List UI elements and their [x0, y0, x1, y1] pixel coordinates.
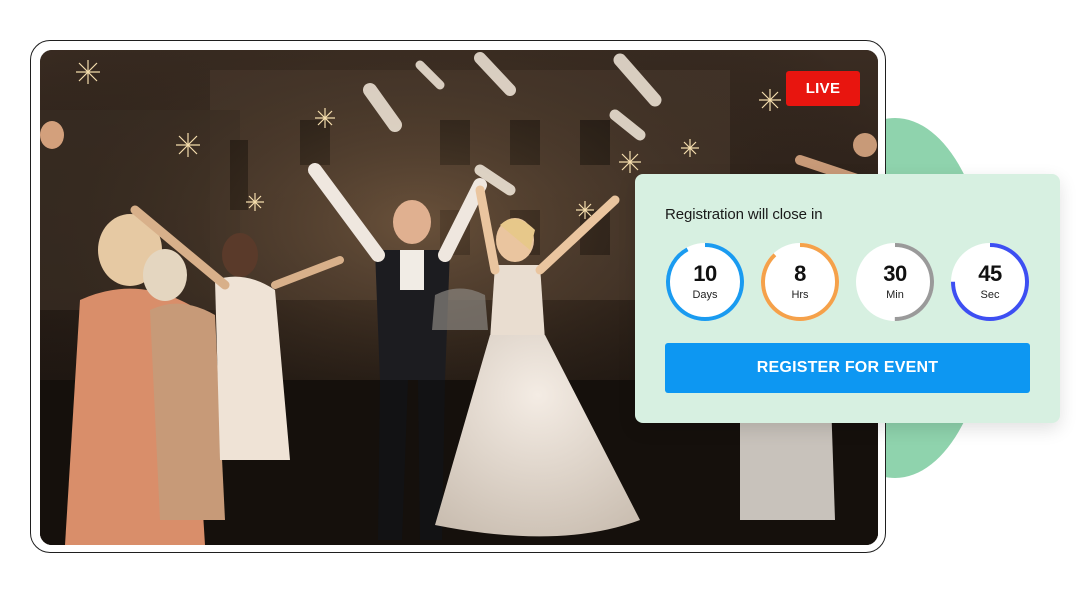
hours-value: 8: [794, 261, 806, 286]
registration-title: Registration will close in: [665, 206, 823, 223]
days-label: Days: [692, 289, 718, 301]
seconds-label: Sec: [980, 289, 1000, 301]
seconds-value: 45: [978, 261, 1002, 286]
minutes-label: Min: [886, 289, 904, 301]
countdown-days: 10 Days: [665, 242, 745, 322]
event-promo-stage: LIVE Registration will close in 10 Days …: [0, 0, 1090, 595]
countdown-minutes: 30 Min: [855, 242, 935, 322]
live-badge: LIVE: [786, 71, 860, 106]
countdown-seconds: 45 Sec: [950, 242, 1030, 322]
minutes-value: 30: [883, 261, 907, 286]
register-for-event-button[interactable]: REGISTER FOR EVENT: [665, 343, 1030, 393]
registration-card: Registration will close in 10 Days 8 Hrs: [635, 174, 1060, 423]
countdown-hours: 8 Hrs: [760, 242, 840, 322]
days-value: 10: [693, 261, 717, 286]
countdown-timer: 10 Days 8 Hrs 30 Min 45 Sec: [665, 242, 1030, 322]
hours-label: Hrs: [791, 289, 809, 301]
